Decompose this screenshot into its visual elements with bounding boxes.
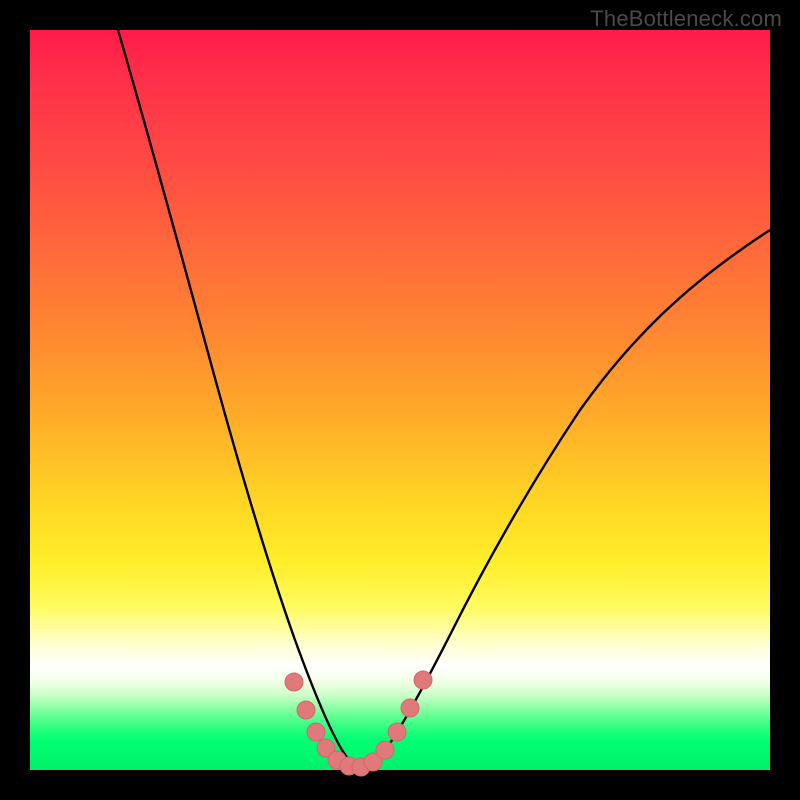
marker-dot bbox=[388, 723, 406, 741]
chart-svg bbox=[30, 30, 770, 770]
marker-group bbox=[285, 671, 432, 776]
chart-frame: TheBottleneck.com bbox=[0, 0, 800, 800]
bottleneck-curve bbox=[118, 30, 770, 767]
marker-dot bbox=[297, 701, 315, 719]
marker-dot bbox=[285, 673, 303, 691]
marker-dot bbox=[414, 671, 432, 689]
plot-area bbox=[30, 30, 770, 770]
marker-dot bbox=[401, 699, 419, 717]
watermark-text: TheBottleneck.com bbox=[590, 6, 782, 32]
marker-dot bbox=[376, 741, 394, 759]
marker-dot bbox=[307, 723, 325, 741]
